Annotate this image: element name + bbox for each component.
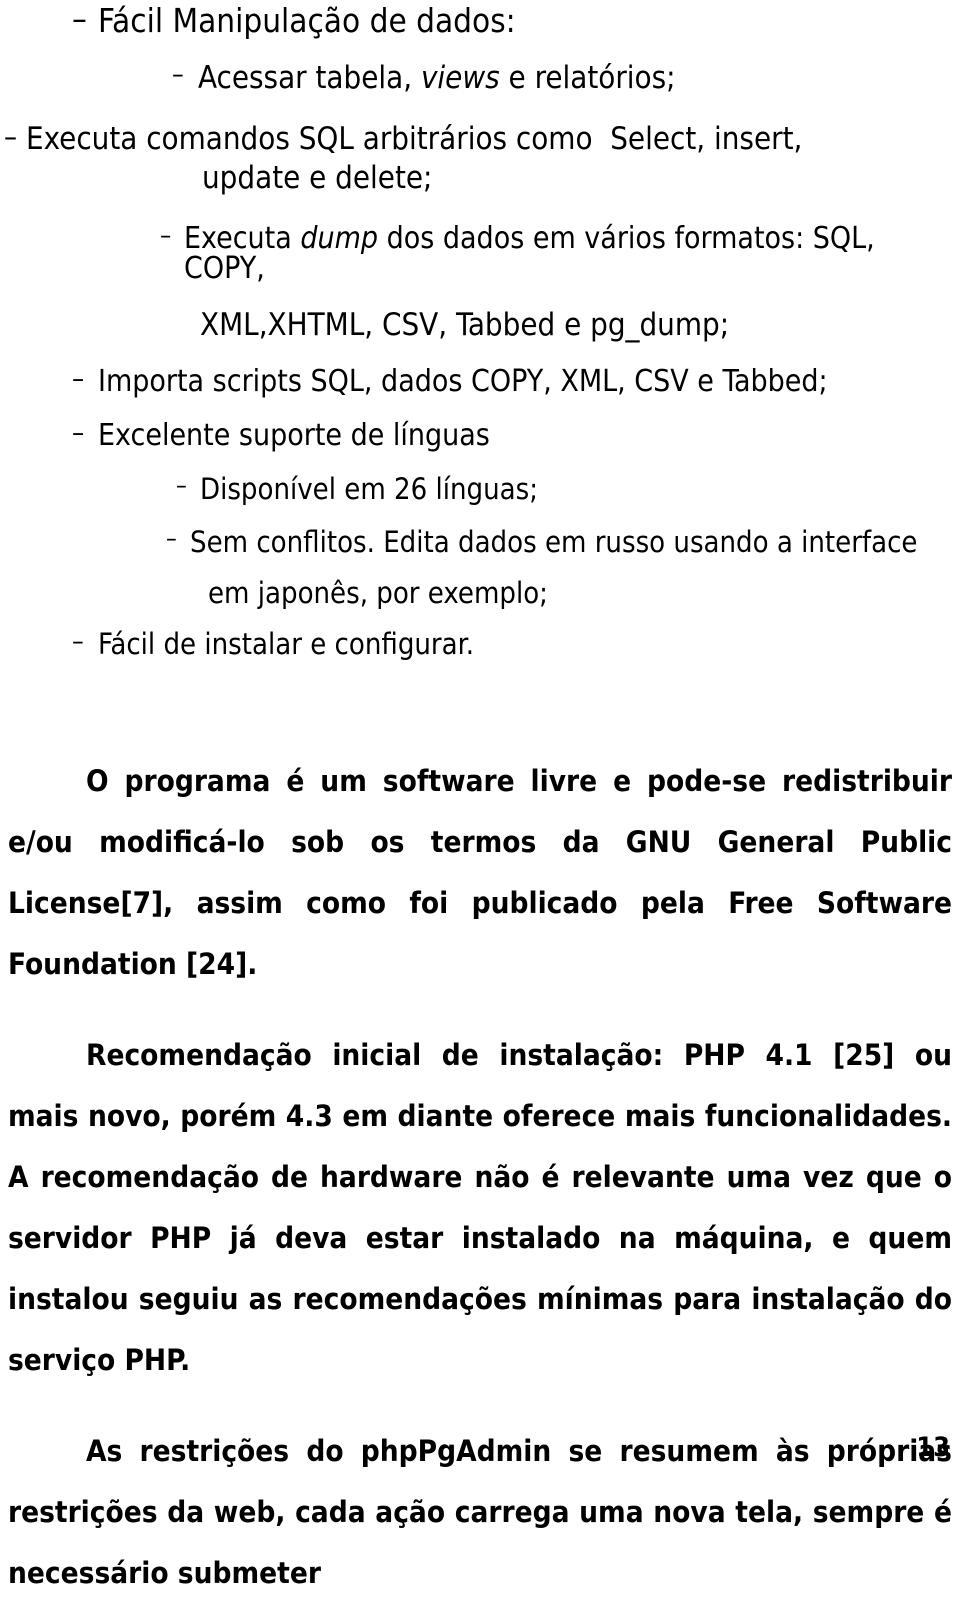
bullet-dash-icon: – [72, 0, 87, 39]
list-item-label: Fácil Manipulação de dados: [98, 1, 516, 40]
list-item-label: Sem conflitos. Edita dados em russo usan… [190, 525, 918, 559]
text-after: e relatórios; [499, 60, 676, 96]
paragraph-license: O programa é um software livre e pode-se… [8, 764, 952, 981]
list-item: – Acessar tabela, views e relatórios; [172, 59, 960, 94]
bullet-dash-icon: – [166, 524, 177, 553]
list-item-label: Importa scripts SQL, dados COPY, XML, CS… [98, 364, 828, 399]
bullet-dash-icon: – [72, 417, 85, 449]
list-item: – Importa scripts SQL, dados COPY, XML, … [72, 363, 960, 399]
emphasis-dump: dump [300, 221, 379, 256]
bullet-dash-icon: – [72, 363, 85, 395]
bullet-dash-icon: – [176, 471, 187, 500]
list-item-label: em japonês, por exemplo; [208, 576, 548, 610]
list-item: – Excelente suporte de línguas [72, 417, 960, 453]
feature-bullet-list: – Fácil Manipulação de dados: – Acessar … [0, 0, 960, 659]
bullet-dash-icon: – [160, 220, 172, 250]
bullet-dash-icon: – [72, 626, 84, 657]
list-item: – Sem conflitos. Edita dados em russo us… [166, 524, 960, 559]
list-item-continuation: update e delete; [202, 163, 960, 194]
list-item: – Fácil de instalar e configurar. [72, 626, 960, 661]
list-item-label: XML,XHTML, CSV, Tabbed e pg_dump; [200, 307, 730, 343]
paragraph-requirements: Recomendação inicial de instalação: PHP … [8, 1038, 952, 1377]
text-before: Acessar tabela, [198, 60, 421, 96]
list-item-label: Executa dump dos dados em vários formato… [184, 224, 960, 284]
emphasis-views: views [420, 60, 500, 96]
list-item-label: Acessar tabela, views e relatórios; [198, 63, 676, 94]
list-item-continuation: XML,XHTML, CSV, Tabbed e pg_dump; [200, 310, 960, 341]
list-item-label: update e delete; [202, 160, 433, 196]
list-item: – Executa comandos SQL arbitrários como … [4, 119, 960, 157]
list-item-label: Excelente suporte de línguas [98, 418, 490, 453]
list-item-label: Fácil de instalar e configurar. [98, 627, 474, 661]
document-page: – Fácil Manipulação de dados: – Acessar … [0, 0, 960, 1590]
list-item: – Executa dump dos dados em vários forma… [160, 220, 960, 284]
page-number: 13 [916, 1432, 950, 1463]
list-item: – Fácil Manipulação de dados: [72, 0, 960, 40]
paragraph-restrictions: As restrições do phpPgAdmin se resumem à… [8, 1434, 952, 1590]
list-item-continuation: em japonês, por exemplo; [208, 579, 960, 608]
list-item-label: Executa comandos SQL arbitrários como Se… [26, 121, 803, 157]
list-item-label: Disponível em 26 línguas; [200, 472, 539, 506]
bullet-dash-icon: – [172, 59, 184, 90]
bullet-dash-icon: – [4, 119, 18, 154]
list-item: – Disponível em 26 línguas; [176, 471, 960, 506]
body-paragraphs: O programa é um software livre e pode-se… [0, 751, 960, 1604]
